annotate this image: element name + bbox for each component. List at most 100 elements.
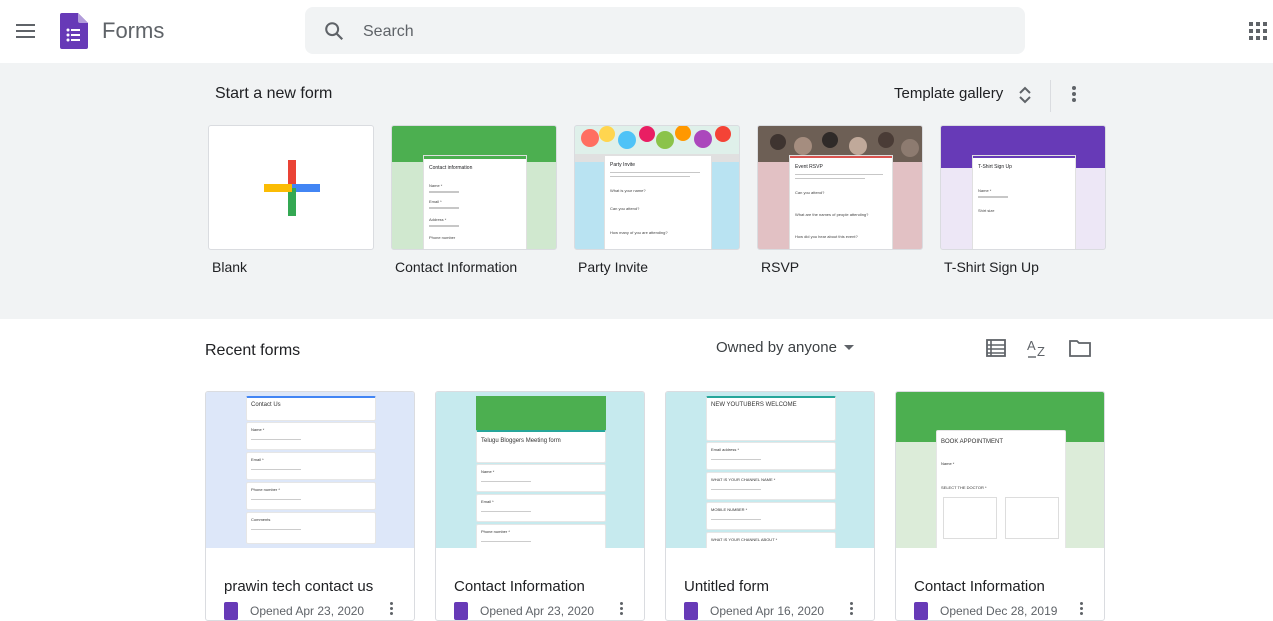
preview-field: Email * xyxy=(481,499,494,504)
preview-field: What is your name? xyxy=(610,188,646,193)
template-party-invite[interactable]: Party Invite What is your name? Can you … xyxy=(574,125,740,250)
preview-field: WHAT IS YOUR CHANNEL NAME * xyxy=(711,477,776,482)
recent-forms-title: Recent forms xyxy=(205,342,301,359)
template-contact-information[interactable]: Contact information Name * Email * Addre… xyxy=(391,125,557,250)
template-rsvp[interactable]: Event RSVP Can you attend? What are the … xyxy=(757,125,923,250)
template-gallery-button[interactable]: Template gallery xyxy=(894,85,1003,102)
more-vert-icon[interactable] xyxy=(620,602,624,616)
list-view-icon[interactable] xyxy=(984,336,1008,360)
forms-logo-icon[interactable] xyxy=(60,13,88,49)
preview-field: How did you hear about this event? xyxy=(795,234,858,239)
recent-form-card[interactable]: Contact Us Name * Email * Phone number *… xyxy=(205,391,415,621)
search-bar[interactable] xyxy=(305,7,1025,54)
preview-field: Can you attend? xyxy=(610,206,640,211)
preview-field: WHAT IS YOUR CHANNEL ABOUT * xyxy=(711,537,778,542)
template-label: T-Shirt Sign Up xyxy=(944,259,1039,275)
start-new-form-section: Start a new form Template gallery Blank … xyxy=(0,63,1273,319)
recent-form-card[interactable]: BOOK APPOINTMENT Name * SELECT THE DOCTO… xyxy=(895,391,1105,621)
apps-grid-icon[interactable] xyxy=(1249,22,1267,40)
sort-az-icon[interactable]: A Z xyxy=(1026,336,1050,360)
preview-field: Name * xyxy=(251,427,265,432)
form-preview: Contact Us Name * Email * Phone number *… xyxy=(246,396,376,546)
preview-field: Name * xyxy=(978,188,992,193)
template-label: Blank xyxy=(212,259,248,275)
opened-date: Opened Apr 23, 2020 xyxy=(250,604,365,618)
template-label: RSVP xyxy=(761,259,800,275)
preview-title: Telugu Bloggers Meeting form xyxy=(481,438,561,444)
field-line xyxy=(610,176,690,177)
preview-field: Email * xyxy=(429,199,442,204)
plus-icon xyxy=(264,160,320,216)
form-title: Contact Information xyxy=(454,578,585,595)
preview-field: Comments xyxy=(251,517,271,522)
preview-field: Name * xyxy=(481,469,495,474)
form-preview: Party Invite What is your name? Can you … xyxy=(605,156,711,249)
form-title: Untitled form xyxy=(684,578,770,595)
preview-field: Address * xyxy=(429,217,447,222)
header-banner xyxy=(476,396,606,430)
svg-text:A: A xyxy=(1027,338,1036,353)
forms-file-icon xyxy=(684,602,698,620)
preview-field: Email address * xyxy=(711,447,740,452)
menu-icon[interactable] xyxy=(16,24,36,38)
opened-date: Opened Apr 23, 2020 xyxy=(480,604,595,618)
start-new-form-title: Start a new form xyxy=(215,85,333,102)
preview-field: SELECT THE DOCTOR * xyxy=(941,485,987,490)
dropdown-caret-icon[interactable] xyxy=(844,345,854,350)
more-vert-icon[interactable] xyxy=(1080,602,1084,616)
more-vert-icon[interactable] xyxy=(850,602,854,616)
preview-field: Phone number xyxy=(429,235,456,240)
form-preview: T-Shirt Sign Up Name * Shirt size xyxy=(973,156,1075,249)
preview-field: Phone number * xyxy=(481,529,510,534)
preview-title: NEW YOUTUBERS WELCOME xyxy=(711,402,797,408)
preview-field: What are the names of people attending? xyxy=(795,212,869,217)
recent-form-card[interactable]: NEW YOUTUBERS WELCOME Email address * WH… xyxy=(665,391,875,621)
preview-title: Party Invite xyxy=(610,162,636,168)
preview-field: Can you attend? xyxy=(795,190,825,195)
divider xyxy=(1050,80,1051,112)
preview-title: T-Shirt Sign Up xyxy=(978,164,1012,170)
field-line xyxy=(610,172,700,173)
more-vert-icon[interactable] xyxy=(1064,83,1084,105)
form-title: prawin tech contact us xyxy=(224,578,374,595)
form-preview: Event RSVP Can you attend? What are the … xyxy=(790,156,892,249)
template-label: Contact Information xyxy=(395,259,518,275)
preview-field: Email * xyxy=(251,457,264,462)
form-title: Contact Information xyxy=(914,578,1045,595)
field-line xyxy=(429,225,459,227)
more-vert-icon[interactable] xyxy=(390,602,394,616)
search-icon[interactable] xyxy=(323,20,345,42)
top-app-bar: Forms xyxy=(0,0,1273,63)
unfold-icon[interactable] xyxy=(1018,85,1032,105)
field-line xyxy=(429,191,459,193)
forms-file-icon xyxy=(914,602,928,620)
opened-date: Opened Dec 28, 2019 xyxy=(940,604,1058,618)
form-thumbnail: Contact Us Name * Email * Phone number *… xyxy=(206,392,414,548)
search-input[interactable] xyxy=(361,17,1005,47)
field-line xyxy=(795,178,865,179)
recent-form-card[interactable]: Telugu Bloggers Meeting form Name * Emai… xyxy=(435,391,645,621)
svg-text:Z: Z xyxy=(1037,344,1045,359)
preview-title: Contact information xyxy=(429,165,473,171)
field-line xyxy=(978,196,1008,198)
template-tshirt-signup[interactable]: T-Shirt Sign Up Name * Shirt size xyxy=(940,125,1106,250)
preview-field: Phone number * xyxy=(251,487,280,492)
forms-file-icon xyxy=(224,602,238,620)
form-thumbnail: NEW YOUTUBERS WELCOME Email address * WH… xyxy=(666,392,874,548)
app-title[interactable]: Forms xyxy=(102,18,164,44)
owner-filter-dropdown[interactable]: Owned by anyone xyxy=(716,339,837,356)
template-label: Party Invite xyxy=(578,259,649,275)
form-thumbnail: BOOK APPOINTMENT Name * SELECT THE DOCTO… xyxy=(896,392,1104,548)
folder-icon[interactable] xyxy=(1068,336,1092,360)
form-preview: Contact information Name * Email * Addre… xyxy=(424,156,526,249)
preview-field: Name * xyxy=(941,461,955,466)
preview-title: Event RSVP xyxy=(795,164,823,170)
preview-field: Shirt size xyxy=(978,208,995,213)
opened-date: Opened Apr 16, 2020 xyxy=(710,604,825,618)
preview-title: BOOK APPOINTMENT xyxy=(941,439,1004,445)
preview-field: MOBILE NUMBER * xyxy=(711,507,748,512)
field-line xyxy=(429,207,459,209)
form-thumbnail: Telugu Bloggers Meeting form Name * Emai… xyxy=(436,392,644,548)
preview-title: Contact Us xyxy=(251,402,281,408)
template-blank[interactable] xyxy=(208,125,374,250)
